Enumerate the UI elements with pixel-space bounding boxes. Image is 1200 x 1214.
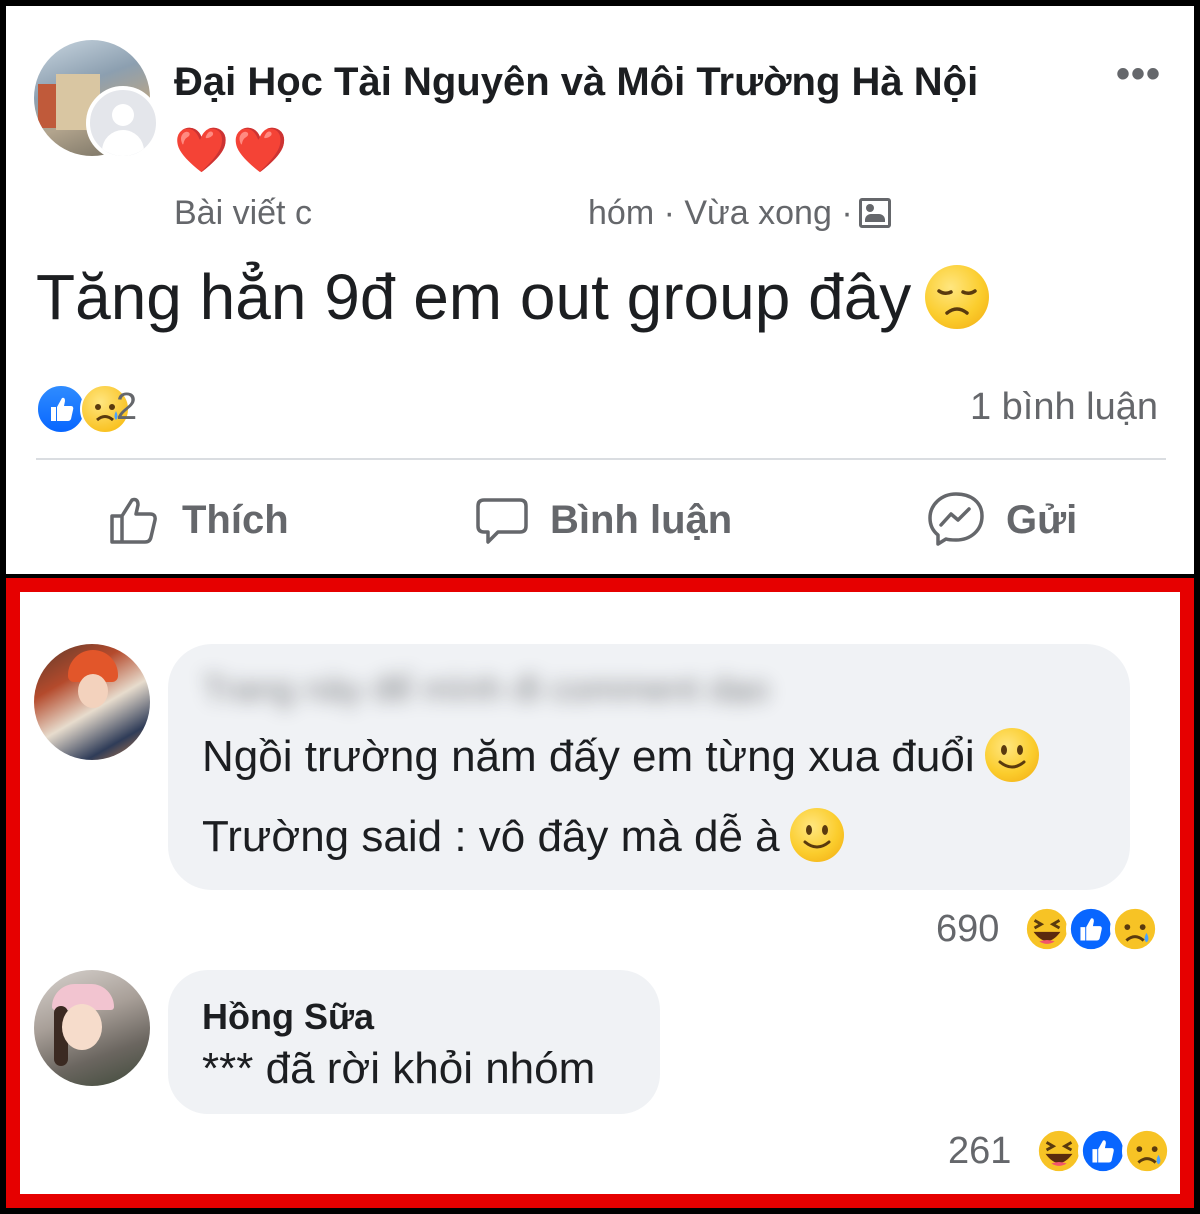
more-dots-icon[interactable]: ••• xyxy=(1116,52,1161,97)
commenter-avatar[interactable] xyxy=(34,644,150,760)
comments-section: Trang này để mình đi comment dạo Ngồi tr… xyxy=(20,592,1180,1194)
comment-bubble[interactable]: Trang này để mình đi comment dạo Ngồi tr… xyxy=(168,644,1130,890)
like-reaction-icon xyxy=(36,384,86,434)
commenter-name-blurred: Trang này để mình đi comment dạo xyxy=(202,668,769,709)
chat-bubble-icon xyxy=(476,498,528,544)
highlight-frame: Trang này để mình đi comment dạo Ngồi tr… xyxy=(6,578,1194,1208)
disappointed-face-icon xyxy=(925,265,990,330)
comment-reactions[interactable]: 690 xyxy=(936,904,1166,954)
user-avatar-icon xyxy=(86,86,160,160)
comment-reaction-count: 261 xyxy=(948,1130,1012,1172)
send-button[interactable]: Gửi xyxy=(926,488,1077,552)
comment-label: Bình luận xyxy=(550,497,733,542)
post-body: Tăng hẳn 9đ em out group đây xyxy=(36,261,912,333)
haha-reaction-icon xyxy=(1034,1126,1084,1176)
comment-reaction-count: 690 xyxy=(936,908,1000,950)
commenter-avatar[interactable] xyxy=(34,970,150,1086)
comment-count[interactable]: 1 bình luận xyxy=(970,386,1158,429)
sad-reaction-icon xyxy=(1122,1126,1172,1176)
group-name[interactable]: Đại Học Tài Nguyên và Môi Trường Hà Nội xyxy=(174,60,978,105)
comment-line: Ngồi trường năm đấy em từng xua đuổi xyxy=(202,728,1039,783)
like-button[interactable]: Thích xyxy=(106,488,289,552)
post-card: Đại Học Tài Nguyên và Môi Trường Hà Nội … xyxy=(6,6,1194,574)
comment-bubble[interactable]: Hồng Sữa *** đã rời khỏi nhóm xyxy=(168,970,660,1114)
slightly-smiling-face-icon xyxy=(789,808,844,863)
group-avatar[interactable] xyxy=(34,40,164,164)
sad-reaction-icon xyxy=(1110,904,1160,954)
hearts-emoji: ❤️❤️ xyxy=(174,126,292,175)
comment-text: Trường said : vô đây mà dễ à xyxy=(202,812,780,861)
like-reaction-icon xyxy=(1078,1126,1128,1176)
comment-line: Trường said : vô đây mà dễ à xyxy=(202,808,844,863)
post-meta: hóm · Vừa xong · xyxy=(588,194,891,233)
slightly-smiling-face-icon xyxy=(984,728,1039,783)
reaction-count[interactable]: 2 xyxy=(116,386,137,429)
haha-reaction-icon xyxy=(1022,904,1072,954)
commenter-name[interactable]: Hồng Sữa xyxy=(202,996,374,1038)
group-privacy-icon xyxy=(858,198,891,228)
send-label: Gửi xyxy=(1006,497,1078,542)
post-meta-prefix: Bài viết c xyxy=(174,194,312,232)
thumbs-up-icon xyxy=(110,497,157,544)
messenger-icon xyxy=(928,492,984,546)
like-label: Thích xyxy=(182,497,289,542)
post-text: Tăng hẳn 9đ em out group đây xyxy=(36,260,990,334)
comment-button[interactable]: Bình luận xyxy=(474,488,732,552)
divider xyxy=(36,458,1166,460)
comment-text: Ngồi trường năm đấy em từng xua đuổi xyxy=(202,732,975,781)
comment-text: *** đã rời khỏi nhóm xyxy=(202,1044,596,1093)
like-reaction-icon xyxy=(1066,904,1116,954)
comment-reactions[interactable]: 261 xyxy=(948,1126,1178,1176)
post-meta-text: hóm · Vừa xong · xyxy=(588,194,853,232)
